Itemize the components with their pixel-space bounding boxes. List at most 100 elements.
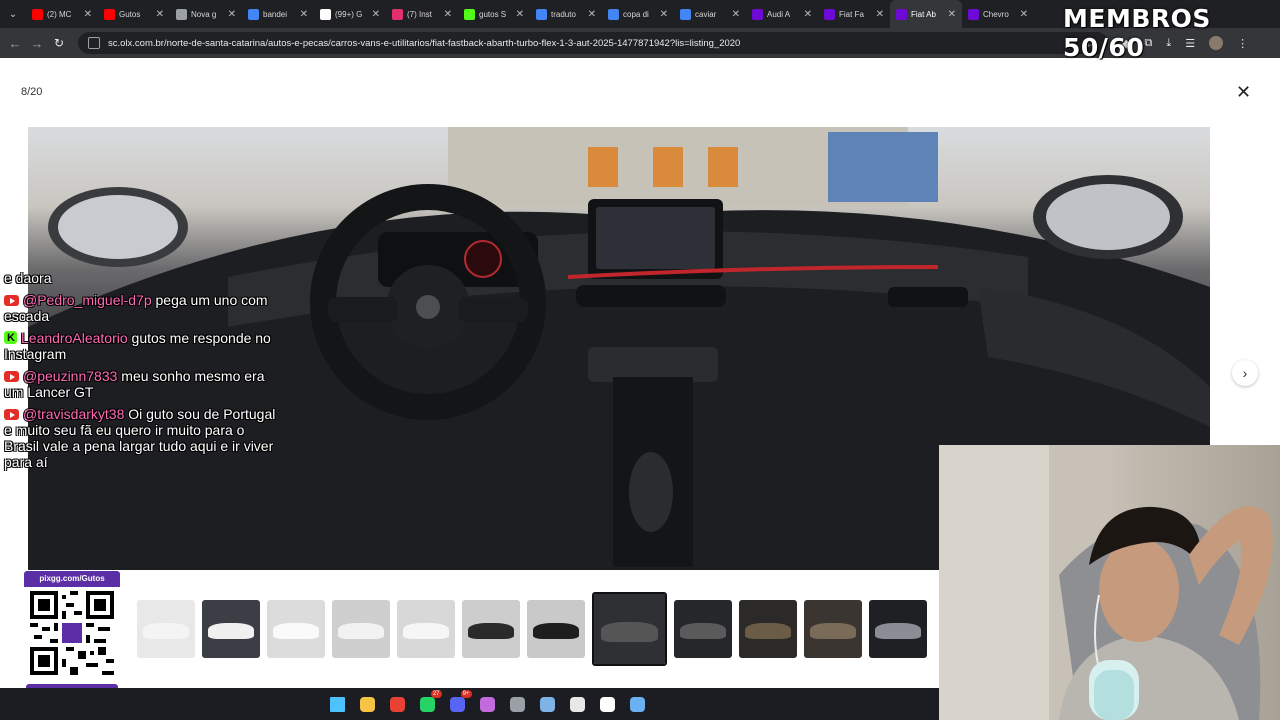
whatsapp-icon[interactable]: 27 bbox=[418, 690, 442, 714]
chat-message: @travisdarkyt38 Oi guto sou de Portugal … bbox=[4, 406, 276, 470]
windows-taskbar: 27 9+ bbox=[0, 688, 939, 720]
tabs-container: (2) MC ✕ Gutos ✕ Nova g ✕ bandei ✕ (99+) G ✕ (7) I… bbox=[26, 0, 1034, 28]
tab-close-icon[interactable]: ✕ bbox=[516, 9, 524, 20]
gallery-thumbnail[interactable] bbox=[527, 600, 585, 658]
tab-favicon-icon bbox=[176, 8, 187, 20]
browser-tab[interactable]: Fiat Ab ✕ bbox=[890, 0, 962, 28]
chat-username: @travisdarkyt38 bbox=[23, 406, 125, 422]
qr-code bbox=[30, 591, 114, 675]
gallery-thumbnail[interactable] bbox=[592, 592, 667, 666]
tab-label: Audi A bbox=[767, 9, 791, 19]
thumbnail-strip bbox=[137, 592, 927, 666]
tab-favicon-icon bbox=[896, 8, 907, 20]
browser-tab[interactable]: Audi A ✕ bbox=[746, 0, 818, 28]
gallery-thumbnail[interactable] bbox=[202, 600, 260, 658]
tab-favicon-icon bbox=[392, 8, 403, 20]
qr-top-label: pixgg.com/Gutos bbox=[24, 571, 120, 587]
tab-close-icon[interactable]: ✕ bbox=[1020, 9, 1028, 20]
gallery-thumbnail[interactable] bbox=[869, 600, 927, 658]
tab-label: gutos S bbox=[479, 9, 507, 19]
kick-icon bbox=[4, 330, 17, 346]
gallery-thumbnail[interactable] bbox=[674, 600, 732, 658]
browser-tab[interactable]: Nova g ✕ bbox=[170, 0, 242, 28]
browser-tab[interactable]: traduto ✕ bbox=[530, 0, 602, 28]
webcam-feed bbox=[939, 445, 1280, 720]
browser-tab[interactable]: (2) MC ✕ bbox=[26, 0, 98, 28]
gallery-thumbnail[interactable] bbox=[332, 600, 390, 658]
notification-badge: 27 bbox=[430, 690, 442, 698]
browser-tab[interactable]: Gutos ✕ bbox=[98, 0, 170, 28]
tab-close-icon[interactable]: ✕ bbox=[804, 9, 812, 20]
tab-label: Gutos bbox=[119, 9, 141, 19]
streamer-webcam-image bbox=[939, 445, 1273, 720]
browser-tab[interactable]: (7) Inst ✕ bbox=[386, 0, 458, 28]
tab-close-icon[interactable]: ✕ bbox=[228, 9, 236, 20]
gallery-thumbnail[interactable] bbox=[739, 600, 797, 658]
browser-tab[interactable]: gutos S ✕ bbox=[458, 0, 530, 28]
tab-close-icon[interactable]: ✕ bbox=[84, 9, 92, 20]
tab-favicon-icon bbox=[464, 8, 475, 20]
browser-tab[interactable]: copa di ✕ bbox=[602, 0, 674, 28]
discord-icon[interactable]: 9+ bbox=[448, 690, 472, 714]
media-player-icon[interactable] bbox=[568, 694, 588, 714]
tab-favicon-icon bbox=[320, 8, 331, 20]
gallery-thumbnail[interactable] bbox=[137, 600, 195, 658]
chat-text: e daora bbox=[4, 270, 52, 286]
settings-icon[interactable] bbox=[538, 694, 558, 714]
browser-tab[interactable]: (99+) G ✕ bbox=[314, 0, 386, 28]
gallery-thumbnail[interactable] bbox=[462, 600, 520, 658]
tab-close-icon[interactable]: ✕ bbox=[876, 9, 884, 20]
tab-favicon-icon bbox=[608, 8, 619, 20]
tab-label: traduto bbox=[551, 9, 576, 19]
capcut-icon[interactable] bbox=[598, 694, 618, 714]
image-counter: 8/20 bbox=[21, 86, 43, 98]
tab-close-icon[interactable]: ✕ bbox=[588, 9, 596, 20]
tab-label: (99+) G bbox=[335, 9, 363, 19]
address-bar[interactable]: sc.olx.com.br/norte-de-santa-catarina/au… bbox=[78, 32, 1108, 54]
tab-favicon-icon bbox=[968, 8, 979, 20]
browser-tab[interactable]: Fiat Fa ✕ bbox=[818, 0, 890, 28]
back-button[interactable]: ← bbox=[4, 36, 26, 51]
tab-close-icon[interactable]: ✕ bbox=[156, 9, 164, 20]
tab-close-icon[interactable]: ✕ bbox=[372, 9, 380, 20]
site-info-icon[interactable] bbox=[88, 37, 100, 49]
chat-username: @peuzinn7833 bbox=[23, 368, 118, 384]
tab-close-icon[interactable]: ✕ bbox=[948, 9, 956, 20]
stream-chat: e daora @Pedro_miguel-d7p pega um uno com… bbox=[4, 270, 276, 476]
tab-label: (7) Inst bbox=[407, 9, 432, 19]
chat-message: LeandroAleatorio gutos me responde no In… bbox=[4, 330, 276, 362]
chat-message: e daora bbox=[4, 270, 276, 286]
browser-tab[interactable]: Chevro ✕ bbox=[962, 0, 1034, 28]
tab-search-button[interactable]: ⌄ bbox=[0, 0, 26, 28]
color-app-icon[interactable] bbox=[478, 694, 498, 714]
tab-label: Chevro bbox=[983, 9, 1009, 19]
browser-tab[interactable]: caviar ✕ bbox=[674, 0, 746, 28]
tab-label: Nova g bbox=[191, 9, 217, 19]
tab-label: Fiat Fa bbox=[839, 9, 864, 19]
tab-favicon-icon bbox=[248, 8, 259, 20]
next-image-button[interactable]: › bbox=[1232, 360, 1258, 386]
tab-close-icon[interactable]: ✕ bbox=[444, 9, 452, 20]
youtube-icon bbox=[4, 409, 19, 420]
notification-badge: 9+ bbox=[460, 690, 472, 698]
members-counter: MEMBROS 50/60 bbox=[1063, 4, 1211, 62]
tab-close-icon[interactable]: ✕ bbox=[732, 9, 740, 20]
gallery-thumbnail[interactable] bbox=[397, 600, 455, 658]
tab-close-icon[interactable]: ✕ bbox=[660, 9, 668, 20]
tab-label: Fiat Ab bbox=[911, 9, 936, 19]
file-explorer-icon[interactable] bbox=[358, 694, 378, 714]
tab-label: bandei bbox=[263, 9, 288, 19]
reload-button[interactable]: ↻ bbox=[48, 36, 70, 50]
forward-button[interactable]: → bbox=[26, 36, 48, 51]
tab-close-icon[interactable]: ✕ bbox=[300, 9, 308, 20]
chrome-icon[interactable] bbox=[388, 694, 408, 714]
windows-start-icon[interactable] bbox=[328, 694, 348, 714]
gallery-thumbnail[interactable] bbox=[804, 600, 862, 658]
tab-favicon-icon bbox=[536, 8, 547, 20]
close-gallery-button[interactable]: ✕ bbox=[1236, 82, 1251, 103]
gallery-thumbnail[interactable] bbox=[267, 600, 325, 658]
browser-tab[interactable]: bandei ✕ bbox=[242, 0, 314, 28]
steam-icon[interactable] bbox=[508, 694, 528, 714]
notepad-icon[interactable] bbox=[628, 694, 648, 714]
youtube-icon bbox=[4, 371, 19, 382]
